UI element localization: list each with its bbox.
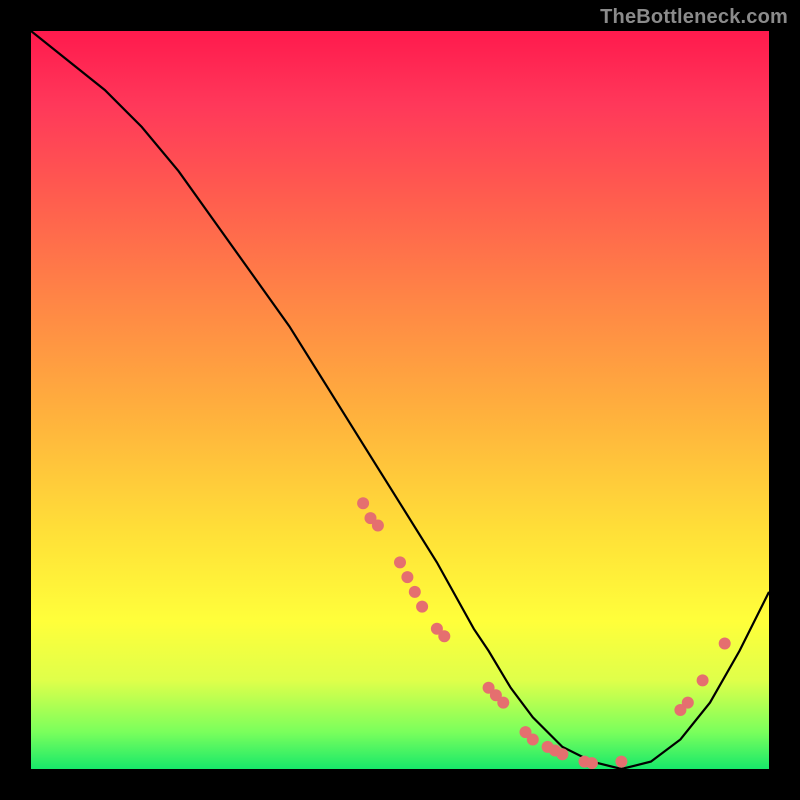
- curve-marker: [357, 497, 369, 509]
- chart-svg: [31, 31, 769, 769]
- plot-area: [31, 31, 769, 769]
- curve-marker: [719, 638, 731, 650]
- curve-marker: [615, 756, 627, 768]
- curve-marker: [416, 601, 428, 613]
- curve-marker: [682, 697, 694, 709]
- curve-marker: [438, 630, 450, 642]
- curve-marker: [372, 520, 384, 532]
- curve-marker: [556, 748, 568, 760]
- curve-marker: [527, 734, 539, 746]
- watermark-text: TheBottleneck.com: [600, 6, 788, 29]
- curve-marker: [409, 586, 421, 598]
- bottleneck-curve: [31, 31, 769, 769]
- curve-marker: [586, 757, 598, 769]
- curve-marker: [401, 571, 413, 583]
- curve-marker: [497, 697, 509, 709]
- curve-marker: [697, 674, 709, 686]
- chart-frame: TheBottleneck.com: [0, 0, 800, 800]
- curve-marker: [394, 556, 406, 568]
